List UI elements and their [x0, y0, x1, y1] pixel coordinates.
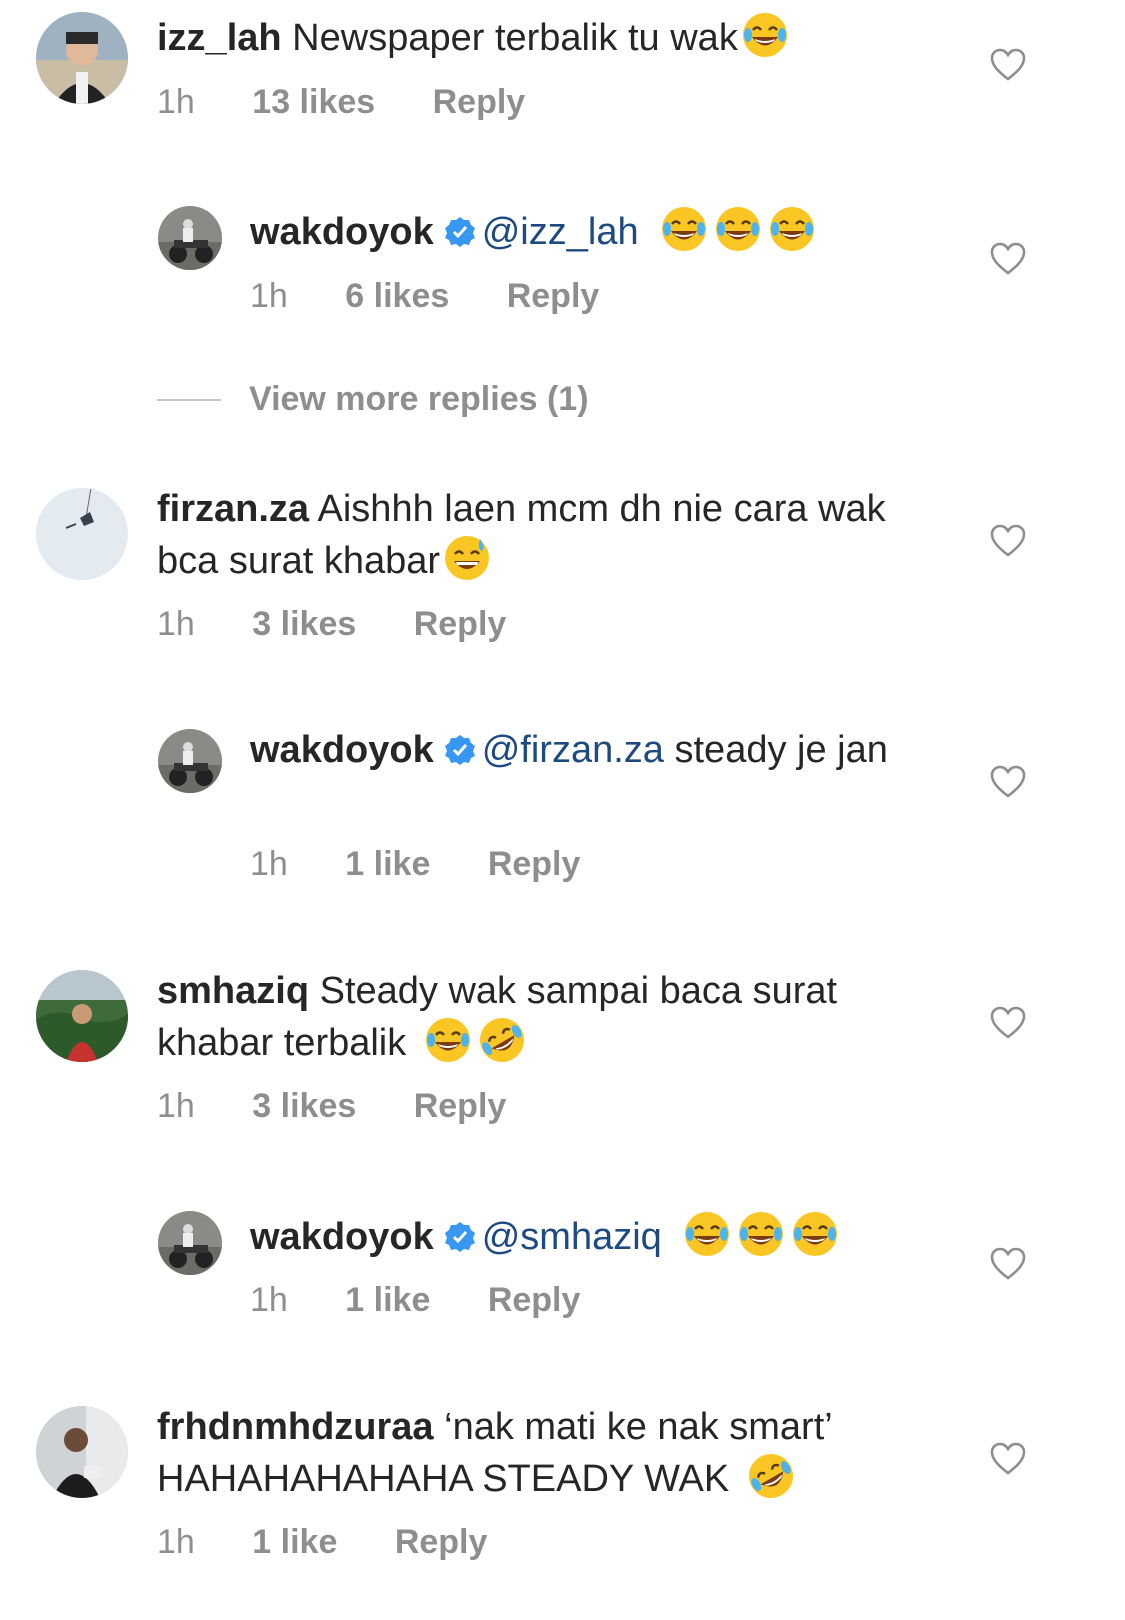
heart-outline-icon[interactable] [990, 1006, 1026, 1040]
joy-emoji-icon [682, 1209, 732, 1259]
heart-outline-icon[interactable] [990, 1247, 1026, 1281]
reply-meta: 1h 1 like Reply [250, 844, 580, 884]
verified-badge-icon [444, 731, 476, 765]
verified-badge-icon [444, 213, 476, 247]
heart-outline-icon[interactable] [990, 48, 1026, 82]
username[interactable]: wakdoyok [250, 729, 434, 771]
like-count[interactable]: 3 likes [252, 1086, 356, 1126]
view-more-label[interactable]: View more replies (1) [249, 380, 589, 418]
reply-text: wakdoyok @smhaziq [250, 1209, 950, 1261]
username[interactable]: firzan.za [157, 488, 309, 530]
heart-outline-icon[interactable] [990, 765, 1026, 799]
reply-body: steady je jan [674, 729, 888, 771]
joy-emoji-icon [713, 204, 763, 254]
comment-text: izz_lah Newspaper terbalik tu wak [157, 10, 957, 62]
sweat-smile-emoji-icon [442, 533, 492, 583]
mention-link[interactable]: @firzan.za [482, 729, 664, 771]
username[interactable]: wakdoyok [250, 211, 434, 253]
comment-meta: 1h 3 likes Reply [157, 604, 506, 644]
timestamp: 1h [250, 277, 288, 315]
heart-outline-icon[interactable] [990, 242, 1026, 276]
reply-button[interactable]: Reply [433, 82, 526, 122]
timestamp: 1h [157, 1523, 195, 1561]
heart-outline-icon[interactable] [990, 1442, 1026, 1476]
divider-line [157, 398, 221, 401]
avatar[interactable] [36, 970, 128, 1062]
avatar[interactable] [158, 729, 222, 793]
reply-meta: 1h 1 like Reply [250, 1280, 580, 1320]
reply-button[interactable]: Reply [414, 1086, 507, 1126]
comment-text: smhaziq Steady wak sampai baca surat kha… [157, 968, 957, 1067]
comment-meta: 1h 13 likes Reply [157, 82, 525, 122]
mention-link[interactable]: @smhaziq [482, 1216, 662, 1258]
like-count[interactable]: 6 likes [345, 276, 449, 316]
mention-link[interactable]: @izz_lah [482, 211, 639, 253]
reply-button[interactable]: Reply [507, 276, 600, 316]
timestamp: 1h [250, 1281, 288, 1319]
like-count[interactable]: 13 likes [252, 82, 375, 122]
comment-meta: 1h 3 likes Reply [157, 1086, 506, 1126]
avatar[interactable] [36, 1406, 128, 1498]
username[interactable]: frhdnmhdzuraa [157, 1406, 434, 1448]
avatar[interactable] [36, 12, 128, 104]
comment-text: firzan.za Aishhh laen mcm dh nie cara wa… [157, 486, 957, 585]
verified-badge-icon [444, 1218, 476, 1252]
avatar[interactable] [158, 206, 222, 270]
reply-button[interactable]: Reply [488, 844, 581, 884]
username[interactable]: smhaziq [157, 970, 309, 1012]
like-count[interactable]: 1 like [345, 844, 430, 884]
rofl-emoji-icon [746, 1451, 796, 1501]
timestamp: 1h [157, 605, 195, 643]
username[interactable]: izz_lah [157, 17, 282, 59]
rofl-emoji-icon [477, 1015, 527, 1065]
joy-emoji-icon [736, 1209, 786, 1259]
view-more-replies[interactable]: View more replies (1) [157, 380, 589, 424]
joy-emoji-icon [659, 204, 709, 254]
joy-emoji-icon [740, 10, 790, 60]
reply-text: wakdoyok @firzan.za steady je jan [250, 727, 950, 774]
joy-emoji-icon [790, 1209, 840, 1259]
username[interactable]: wakdoyok [250, 1216, 434, 1258]
like-count[interactable]: 1 like [252, 1522, 337, 1562]
avatar[interactable] [36, 488, 128, 580]
timestamp: 1h [157, 83, 195, 121]
avatar[interactable] [158, 1211, 222, 1275]
comment-body: Newspaper terbalik tu wak [292, 17, 738, 59]
reply-meta: 1h 6 likes Reply [250, 276, 599, 316]
joy-emoji-icon [423, 1015, 473, 1065]
reply-text: wakdoyok @izz_lah [250, 204, 950, 256]
reply-button[interactable]: Reply [488, 1280, 581, 1320]
joy-emoji-icon [767, 204, 817, 254]
like-count[interactable]: 1 like [345, 1280, 430, 1320]
comment-meta: 1h 1 like Reply [157, 1522, 487, 1562]
comment-text: frhdnmhdzuraa ‘nak mati ke nak smart’ HA… [157, 1404, 957, 1503]
heart-outline-icon[interactable] [990, 524, 1026, 558]
reply-button[interactable]: Reply [395, 1522, 488, 1562]
reply-button[interactable]: Reply [414, 604, 507, 644]
timestamp: 1h [157, 1087, 195, 1125]
timestamp: 1h [250, 845, 288, 883]
like-count[interactable]: 3 likes [252, 604, 356, 644]
